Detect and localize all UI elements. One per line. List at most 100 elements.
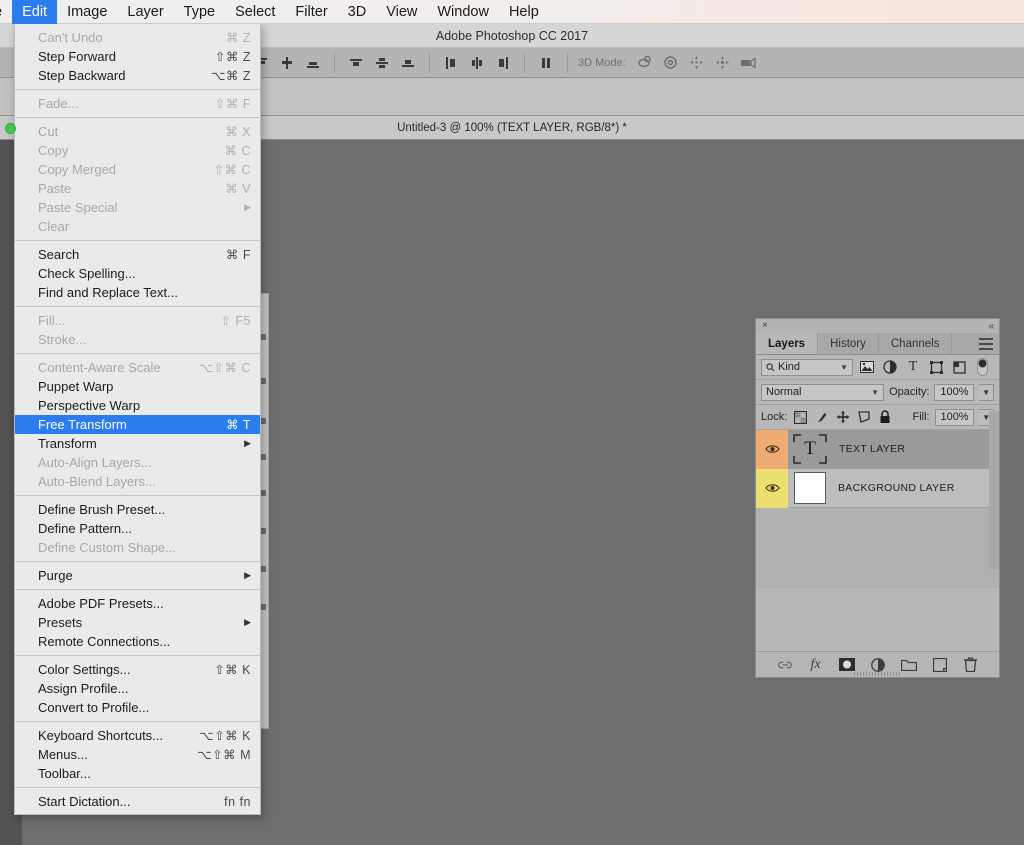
3d-roll-icon[interactable] <box>660 52 682 74</box>
tab-channels[interactable]: Channels <box>879 333 953 354</box>
3d-pan-icon[interactable] <box>686 52 708 74</box>
menu-item-adobe-pdf-presets[interactable]: Adobe PDF Presets... <box>15 594 260 613</box>
close-icon[interactable]: × <box>762 321 768 331</box>
opacity-input[interactable]: 100% <box>934 383 975 401</box>
menu-item-check-spelling[interactable]: Check Spelling... <box>15 264 260 283</box>
menu-item-perspective-warp[interactable]: Perspective Warp <box>15 396 260 415</box>
layer-style-fx-icon[interactable]: fx <box>807 656 824 673</box>
filter-pixel-icon[interactable] <box>858 358 876 376</box>
options-divider-3 <box>524 52 525 73</box>
menu-item-find-and-replace-text[interactable]: Find and Replace Text... <box>15 283 260 302</box>
menu-item-fade: Fade... ⇧⌘ F <box>15 94 260 113</box>
menubar-item-edit[interactable]: Edit <box>12 0 58 24</box>
menu-separator <box>15 589 260 590</box>
menubar-item-help[interactable]: Help <box>499 0 549 24</box>
menu-item-purge[interactable]: Purge ▶ <box>15 566 260 585</box>
menu-item-convert-to-profile[interactable]: Convert to Profile... <box>15 698 260 717</box>
collapse-panel-icon[interactable]: « <box>988 321 993 332</box>
tab-layers[interactable]: Layers <box>756 333 819 354</box>
distribute-right-icon[interactable] <box>492 52 514 74</box>
distribute-top-icon[interactable] <box>345 52 367 74</box>
menubar-item-window[interactable]: Window <box>427 0 499 24</box>
menubar-item-view[interactable]: View <box>376 0 427 24</box>
filter-kind-select[interactable]: Kind ▼ <box>761 358 853 376</box>
filter-type-icon[interactable]: T <box>904 358 922 376</box>
menubar-item-type[interactable]: Type <box>174 0 225 24</box>
menu-item-puppet-warp[interactable]: Puppet Warp <box>15 377 260 396</box>
menu-item-step-forward[interactable]: Step Forward ⇧⌘ Z <box>15 47 260 66</box>
3d-camera-icon[interactable] <box>738 52 760 74</box>
menu-item-transform[interactable]: Transform ▶ <box>15 434 260 453</box>
3d-orbit-icon[interactable] <box>634 52 656 74</box>
filter-toggle-icon[interactable] <box>973 358 991 376</box>
menu-item-label: Can't Undo <box>38 30 103 45</box>
menubar-item-image[interactable]: Image <box>57 0 117 24</box>
3d-slide-icon[interactable] <box>712 52 734 74</box>
white-fill-thumb[interactable] <box>794 472 826 504</box>
blend-mode-select[interactable]: Normal ▼ <box>761 383 885 401</box>
panel-resize-grip[interactable] <box>853 672 902 676</box>
new-layer-icon[interactable] <box>931 656 948 673</box>
lock-artboard-nesting-icon[interactable] <box>856 408 872 426</box>
lock-transparent-pixels-icon[interactable] <box>792 408 808 426</box>
menu-item-label: Find and Replace Text... <box>38 285 178 300</box>
new-group-icon[interactable] <box>900 656 917 673</box>
fill-input[interactable]: 100% <box>934 408 975 426</box>
menu-item-menus[interactable]: Menus... ⌥⇧⌘ M <box>15 745 260 764</box>
menu-item-step-backward[interactable]: Step Backward ⌥⌘ Z <box>15 66 260 85</box>
lock-image-pixels-icon[interactable] <box>814 408 830 426</box>
layer-mask-icon[interactable] <box>838 656 855 673</box>
filter-shape-icon[interactable] <box>927 358 945 376</box>
opacity-stepper[interactable]: ▼ <box>979 383 994 401</box>
menu-item-shortcut: ⌘ Z <box>225 31 251 45</box>
align-vertical-centers-icon[interactable] <box>276 52 298 74</box>
lock-position-icon[interactable] <box>835 408 851 426</box>
menu-item-presets[interactable]: Presets ▶ <box>15 613 260 632</box>
layer-visibility-toggle[interactable] <box>756 468 788 508</box>
delete-layer-icon[interactable] <box>962 656 979 673</box>
chevron-down-icon[interactable]: ▼ <box>865 388 879 397</box>
menubar-item-truncated[interactable]: e <box>0 0 12 24</box>
layer-list-scrollbar[interactable] <box>989 411 999 569</box>
menu-separator <box>15 306 260 307</box>
menubar-item-layer[interactable]: Layer <box>117 0 173 24</box>
menu-item-label: Copy <box>38 143 69 158</box>
distribute-horizontal-center-icon[interactable] <box>466 52 488 74</box>
menu-item-shortcut: ⇧⌘ C <box>213 163 251 177</box>
distribute-left-icon[interactable] <box>440 52 462 74</box>
new-adjustment-layer-icon[interactable] <box>869 656 886 673</box>
chevron-down-icon[interactable]: ▼ <box>834 363 848 372</box>
table-row[interactable]: BACKGROUND LAYER <box>756 468 999 508</box>
menu-item-remote-connections[interactable]: Remote Connections... <box>15 632 260 651</box>
type-layer-thumb[interactable]: T <box>793 434 827 464</box>
menu-item-start-dictation[interactable]: Start Dictation... fn fn <box>15 792 260 811</box>
menu-item-color-settings[interactable]: Color Settings... ⇧⌘ K <box>15 660 260 679</box>
distribute-bottom-icon[interactable] <box>397 52 419 74</box>
menubar-item-filter[interactable]: Filter <box>285 0 337 24</box>
layer-visibility-toggle[interactable] <box>756 429 788 469</box>
menu-item-define-pattern[interactable]: Define Pattern... <box>15 519 260 538</box>
link-layers-icon[interactable] <box>776 656 793 673</box>
filter-smart-object-icon[interactable] <box>950 358 968 376</box>
table-row[interactable]: T TEXT LAYER <box>756 429 999 469</box>
menubar-item-3d[interactable]: 3D <box>338 0 377 24</box>
menu-item-search[interactable]: Search ⌘ F <box>15 245 260 264</box>
opacity-value: 100% <box>940 386 969 398</box>
menu-item-shortcut: ⌘ T <box>226 418 251 432</box>
lock-all-icon[interactable] <box>877 408 893 426</box>
menu-item-toolbar[interactable]: Toolbar... <box>15 764 260 783</box>
menubar-item-select[interactable]: Select <box>225 0 285 24</box>
filter-adjustment-icon[interactable] <box>881 358 899 376</box>
menu-item-assign-profile[interactable]: Assign Profile... <box>15 679 260 698</box>
align-bottom-edges-icon[interactable] <box>302 52 324 74</box>
menu-item-define-brush-preset[interactable]: Define Brush Preset... <box>15 500 260 519</box>
distribute-spacing-icon[interactable] <box>535 52 557 74</box>
options-divider-2 <box>429 52 430 73</box>
window-maximize-button[interactable] <box>5 123 16 134</box>
menu-separator <box>15 561 260 562</box>
panel-menu-icon[interactable] <box>979 338 993 350</box>
distribute-vertical-center-icon[interactable] <box>371 52 393 74</box>
menu-item-free-transform[interactable]: Free Transform ⌘ T <box>15 415 260 434</box>
tab-history[interactable]: History <box>818 333 879 354</box>
menu-item-keyboard-shortcuts[interactable]: Keyboard Shortcuts... ⌥⇧⌘ K <box>15 726 260 745</box>
